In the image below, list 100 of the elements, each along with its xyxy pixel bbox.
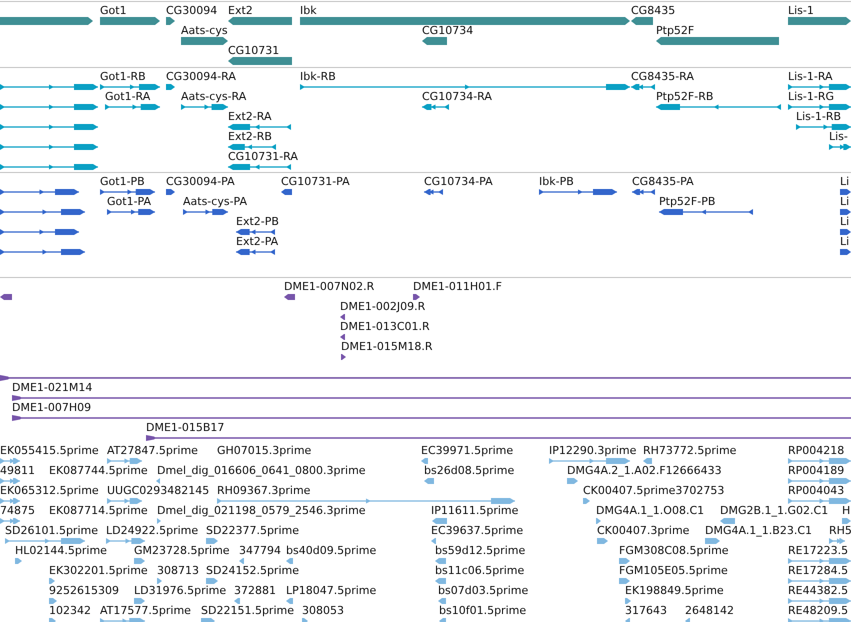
feature-label: Li xyxy=(840,175,850,188)
feature-label: LD24922.5prime xyxy=(106,524,198,537)
feature-label: EC39637.5prime xyxy=(431,524,524,537)
feature-label: AT27847.5prime xyxy=(107,444,198,457)
feature-label: CK00407.3prime xyxy=(597,524,690,537)
feature-label: DME1-015M18.R xyxy=(341,340,433,353)
feature-label: Got1-PA xyxy=(107,195,151,208)
feature-label: DME1-011H01.F xyxy=(413,280,502,293)
feature-label: 372881 xyxy=(234,584,276,597)
feature-label: 308713 xyxy=(157,564,199,577)
feature-label: bs40d09.5prime xyxy=(286,544,376,557)
feature-label: Ibk-PB xyxy=(539,175,574,188)
feature-label: EK302201.5prime xyxy=(49,564,148,577)
feature-label: IP11611.5prime xyxy=(431,504,518,517)
feature-label: RE44382.5 xyxy=(788,584,848,597)
feature-label: EK087744.5prime xyxy=(49,464,148,477)
feature-label: Aats-cys-RA xyxy=(181,90,246,103)
feature-label: Dmel_dig_016606_0641_0800.3prime xyxy=(157,464,366,477)
feature-label: Lis-1-RA xyxy=(788,70,833,83)
feature-label: RE17284.5 xyxy=(788,564,848,577)
feature-label: CG30094 xyxy=(166,4,218,17)
feature-label: Li xyxy=(840,235,850,248)
feature-label: DME1-007H09 xyxy=(12,401,92,414)
feature-label: GH07015.3prime xyxy=(217,444,312,457)
feature-label: Lis- xyxy=(829,130,848,143)
feature-label: HL02144.5prime xyxy=(15,544,107,557)
feature-label: CG10731-PA xyxy=(281,175,350,188)
feature-label: LP18047.5prime xyxy=(286,584,376,597)
feature-label: Got1-RA xyxy=(105,90,150,103)
feature-label: bs26d08.5prime xyxy=(424,464,514,477)
feature-label: SD22151.5prime xyxy=(201,604,294,617)
feature-label: CG10734 xyxy=(422,24,474,37)
feature-label: Ext2-RB xyxy=(228,130,272,143)
feature-label: FGM105E05.5prime xyxy=(619,564,728,577)
feature-label: AT17577.5prime xyxy=(100,604,191,617)
feature-label: bs07d03.5prime xyxy=(438,584,528,597)
feature-label: CK00407.5prime3702753 xyxy=(583,484,724,497)
feature-label: EK055415.5prime xyxy=(0,444,99,457)
feature-label: RP004218 xyxy=(788,444,844,457)
feature-label: 347794 xyxy=(239,544,281,557)
feature-label: Ext2 xyxy=(228,4,253,17)
feature-label: SD26101.5prime xyxy=(5,524,98,537)
feature-label: DME1-021M14 xyxy=(12,381,92,394)
feature-label: RE48209.5 xyxy=(788,604,848,617)
feature-label: bs59d12.5prime xyxy=(435,544,526,557)
feature-label: UUGC0293482145 xyxy=(107,484,210,497)
feature-label: CG10734-PA xyxy=(424,175,493,188)
feature-label: RP004043 xyxy=(788,484,844,497)
feature-label: RP004189 xyxy=(788,464,844,477)
feature-label: Ibk xyxy=(300,4,317,17)
feature-label: CG8435-RA xyxy=(631,70,694,83)
feature-label: Ibk-RB xyxy=(300,70,336,83)
feature-label: Li xyxy=(840,215,850,228)
feature-label: SD24152.5prime xyxy=(206,564,299,577)
feature-label: Lis-1-RG xyxy=(788,90,834,103)
feature-label: Ext2-RA xyxy=(228,110,272,123)
feature-label: LD31976.5prime xyxy=(134,584,226,597)
feature-label: DMG4A.2_1.A02.F12666433 xyxy=(567,464,722,477)
feature-label: 102342 xyxy=(49,604,91,617)
feature-label: Ptp52F-RB xyxy=(656,90,714,103)
feature-label: CG10731 xyxy=(228,44,280,57)
feature-label: CG30094-PA xyxy=(166,175,235,188)
feature-label: DME1-013C01.R xyxy=(340,320,430,333)
feature-label: DME1-007N02.R xyxy=(284,280,374,293)
feature-label: DME1-002J09.R xyxy=(340,300,426,313)
feature-label: 317643 xyxy=(625,604,667,617)
feature-label: Got1-PB xyxy=(100,175,145,188)
feature-label: Li xyxy=(840,195,850,208)
feature-label: Lis-1-RB xyxy=(796,110,842,123)
feature-label: 2648142 xyxy=(685,604,734,617)
feature-label: 9252615309 xyxy=(49,584,119,597)
feature-label: 74875 xyxy=(0,504,35,517)
feature-label: RH73772.5prime xyxy=(643,444,736,457)
feature-label: CG8435-PA xyxy=(632,175,694,188)
feature-label: CG8435 xyxy=(631,4,676,17)
feature-label: Got1-RB xyxy=(100,70,146,83)
feature-label: Ext2-PA xyxy=(236,235,278,248)
feature-label: RH09367.3prime xyxy=(217,484,310,497)
feature-label: H xyxy=(842,504,850,517)
feature-label: bs10f01.5prime xyxy=(439,604,526,617)
feature-label: EK065312.5prime xyxy=(0,484,99,497)
feature-label: CG10734-RA xyxy=(422,90,492,103)
feature-label: SD22377.5prime xyxy=(206,524,299,537)
feature-label: Ext2-PB xyxy=(236,215,279,228)
feature-label: DME1-015B17 xyxy=(146,421,224,434)
feature-label: RH5 xyxy=(829,524,851,537)
feature-label: IP12290.3prime xyxy=(549,444,636,457)
feature-label: FGM308C08.5prime xyxy=(619,544,729,557)
feature-label: Aats-cys-PA xyxy=(183,195,247,208)
feature-label: DMG2B.1_1.G02.C1 xyxy=(720,504,828,517)
feature-label: DMG4A.1_1.B23.C1 xyxy=(705,524,812,537)
feature-label: Ptp52F xyxy=(656,24,694,37)
feature-label: RE17223.5 xyxy=(788,544,848,557)
feature-label: Got1 xyxy=(100,4,127,17)
feature-label: CG10731-RA xyxy=(228,150,298,163)
feature-label: Lis-1 xyxy=(788,4,814,17)
feature-label: Ptp52F-PB xyxy=(659,195,716,208)
feature-label: GM23728.5prime xyxy=(134,544,230,557)
feature-label: EK198849.5prime xyxy=(625,584,724,597)
feature-label: EK087714.5prime xyxy=(49,504,148,517)
